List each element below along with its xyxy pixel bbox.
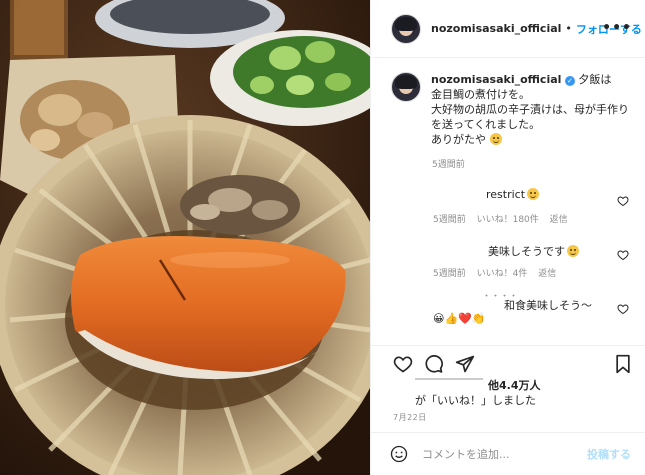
comment-item: ・・・・ 和食美味しそう〜 😀👍❤️👏 bbox=[370, 286, 645, 346]
bookmark-save-icon[interactable] bbox=[614, 354, 632, 374]
smile-emoji-icon bbox=[527, 188, 540, 200]
header-username[interactable]: nozomisasaki_official bbox=[431, 22, 561, 35]
comment-time: 5週間前 bbox=[433, 215, 466, 225]
comment-text: 美味しそうです bbox=[488, 243, 579, 259]
caption-line-4: を送ってくれました。 bbox=[431, 118, 541, 131]
caption-avatar[interactable] bbox=[391, 72, 421, 102]
more-options-icon[interactable]: ••• bbox=[602, 20, 632, 36]
heart-outline-icon[interactable] bbox=[617, 195, 629, 207]
post-photo[interactable] bbox=[0, 0, 370, 475]
caption: nozomisasaki_official ✓ 夕飯は 金目鯛の煮付けを。 大好… bbox=[391, 72, 636, 147]
comment-meta: 5週間前 いいね！180件 返信 bbox=[433, 212, 576, 225]
comment-like-count[interactable]: いいね！4件 bbox=[477, 269, 528, 279]
liked-by-text: が「いいね！」しました bbox=[415, 394, 536, 407]
caption-line-2: 金目鯛の煮付けを。 bbox=[431, 88, 530, 101]
post-date: 7月22日 bbox=[393, 413, 427, 422]
heart-outline-icon[interactable] bbox=[617, 249, 629, 261]
comment-item: restrict 5週間前 いいね！180件 返信 bbox=[370, 178, 645, 238]
comment-meta: 5週間前 いいね！4件 返信 bbox=[433, 266, 564, 279]
comment-text: 和食美味しそう〜 bbox=[504, 299, 592, 312]
comment-composer: 投稿する bbox=[370, 432, 645, 475]
comment-item: 美味しそうです 5週間前 いいね！4件 返信 bbox=[370, 232, 645, 292]
comment-input[interactable] bbox=[422, 447, 572, 461]
comment-reply-button[interactable]: 返信 bbox=[550, 215, 568, 225]
comment-emoji-row: 😀👍❤️👏 bbox=[433, 312, 486, 325]
comment-reply-button[interactable]: 返信 bbox=[538, 269, 556, 279]
caption-line-3: 大好物の胡瓜の辛子漬けは、母が手作り bbox=[431, 103, 629, 116]
caption-username[interactable]: nozomisasaki_official bbox=[431, 73, 561, 86]
post-comment-button[interactable]: 投稿する bbox=[587, 446, 631, 462]
verified-badge-icon: ✓ bbox=[564, 76, 575, 86]
separator-dot: • bbox=[565, 22, 572, 35]
likes-count[interactable]: 他4.4万人 bbox=[488, 377, 541, 393]
smile-emoji-icon bbox=[567, 245, 579, 257]
heart-outline-icon[interactable] bbox=[617, 303, 629, 315]
comment-like-count[interactable]: いいね！180件 bbox=[477, 215, 539, 225]
caption-line-1: 夕飯は bbox=[578, 73, 612, 86]
food-photo-illustration bbox=[0, 0, 370, 475]
like-heart-icon[interactable] bbox=[392, 354, 414, 374]
comment-bubble-icon[interactable] bbox=[424, 354, 444, 374]
emoji-picker-icon[interactable] bbox=[390, 445, 408, 463]
caption-timestamp: 5週間前 bbox=[432, 160, 465, 170]
avatar[interactable] bbox=[391, 13, 421, 44]
post-header: nozomisasaki_official • フォローする ••• bbox=[371, 0, 645, 58]
smile-emoji-icon bbox=[489, 133, 502, 145]
caption-body: nozomisasaki_official ✓ 夕飯は 金目鯛の煮付けを。 大好… bbox=[431, 72, 629, 147]
share-send-icon[interactable] bbox=[455, 354, 475, 374]
caption-line-5: ありがたや bbox=[431, 133, 486, 146]
comment-text: restrict bbox=[486, 188, 540, 201]
comment-time: 5週間前 bbox=[433, 269, 466, 279]
liked-by-username-redacted bbox=[415, 378, 483, 380]
